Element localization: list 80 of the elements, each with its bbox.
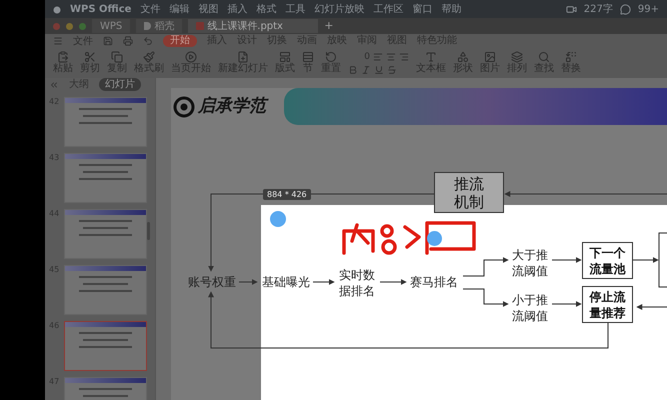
image-icon — [484, 51, 496, 63]
text-box-icon — [425, 51, 437, 63]
notification-count: 99+ — [638, 2, 659, 16]
maximize-button[interactable] — [79, 22, 86, 30]
menu-icon[interactable] — [53, 36, 63, 46]
flow-label: 实时数据排名 — [338, 267, 376, 300]
shapes-icon — [457, 51, 469, 63]
flow-label: 大于推流阈值 — [511, 247, 549, 280]
play-icon — [185, 51, 197, 63]
pointer-dot-icon — [427, 231, 442, 246]
connector-arrow — [632, 257, 659, 263]
scissors-icon — [84, 51, 96, 63]
camera-icon[interactable] — [566, 4, 577, 14]
menu-item[interactable]: 工具 — [285, 2, 306, 16]
app-name: WPS Office — [70, 2, 132, 16]
align-right-icon[interactable] — [399, 52, 409, 62]
brush-icon — [143, 51, 155, 63]
connector-arrow — [552, 257, 582, 263]
logo-icon[interactable] — [53, 4, 61, 14]
flow-box: 停止流量推荐 — [582, 286, 633, 323]
new-tab-button[interactable]: + — [324, 18, 334, 34]
underline-icon[interactable] — [374, 64, 384, 74]
menu-item[interactable]: 窗口 — [412, 2, 432, 16]
bold-icon[interactable] — [348, 64, 358, 74]
menu-item[interactable]: 幻灯片放映 — [314, 2, 364, 16]
logo-icon — [173, 96, 195, 118]
strikethrough-icon[interactable] — [387, 64, 397, 74]
menu-item[interactable]: 编辑 — [169, 2, 190, 16]
connector-arrow — [380, 279, 407, 285]
flow-label: 账号权重 — [187, 274, 237, 291]
ribbon-tab[interactable]: 开始 — [163, 35, 197, 47]
flow-label: 基础曝光 — [261, 274, 311, 291]
chat-icon[interactable] — [620, 4, 631, 14]
size-label: 884 * 426 — [263, 189, 311, 200]
search-icon — [538, 51, 550, 63]
word-count: 227字 — [584, 2, 613, 16]
menu-item[interactable]: 插入 — [227, 2, 248, 16]
section-icon — [302, 51, 314, 63]
menu-item[interactable]: 工作区 — [373, 2, 404, 16]
slide-thumbnail[interactable] — [64, 153, 147, 203]
new-slide-icon — [237, 51, 249, 63]
save-icon[interactable] — [103, 36, 113, 46]
layout-icon — [279, 51, 291, 63]
document-tab[interactable]: WPS — [92, 19, 130, 33]
layers-icon — [511, 51, 523, 63]
document-tab[interactable]: 线上课课件.pptx — [188, 19, 318, 33]
slide-thumbnail[interactable] — [64, 209, 147, 259]
pointer-dot-icon — [270, 211, 286, 227]
presentation-file-icon — [196, 22, 204, 30]
store-logo-icon — [144, 22, 152, 30]
slide-thumbnail[interactable] — [64, 265, 147, 315]
flow-label: 赛马排名 — [409, 274, 459, 291]
print-icon[interactable] — [123, 36, 133, 46]
reset-icon — [325, 51, 337, 63]
replace-icon — [565, 51, 577, 63]
collapse-icon[interactable] — [49, 80, 59, 90]
menu-item[interactable]: 视图 — [198, 2, 218, 16]
slide-thumbnail[interactable] — [64, 97, 147, 147]
slide-thumbnail[interactable] — [64, 321, 147, 371]
menu-item[interactable]: 格式 — [256, 2, 276, 16]
connector-arrow — [636, 304, 667, 310]
copy-icon — [111, 51, 123, 63]
connector-arrow — [312, 279, 335, 285]
connector-arrow — [462, 257, 509, 276]
undo-icon[interactable] — [143, 36, 153, 46]
minimize-button[interactable] — [66, 22, 73, 30]
flow-label: 小于推流阈值 — [511, 292, 549, 325]
paste-icon — [57, 51, 69, 63]
menu-item[interactable]: 帮助 — [441, 2, 462, 16]
flow-box: 推流机制 — [434, 172, 504, 213]
panel-tab[interactable]: 幻灯片 — [99, 78, 141, 91]
italic-icon[interactable] — [361, 64, 371, 74]
flow-box — [658, 232, 667, 288]
connector-arrow — [238, 279, 258, 285]
close-button[interactable] — [53, 22, 60, 30]
document-tab[interactable]: 稻壳 — [136, 19, 182, 33]
align-left-icon[interactable] — [373, 52, 383, 62]
menu-item[interactable]: 文件 — [140, 2, 160, 16]
flow-box: 下一个流量池 — [582, 242, 633, 279]
align-center-icon[interactable] — [386, 52, 396, 62]
